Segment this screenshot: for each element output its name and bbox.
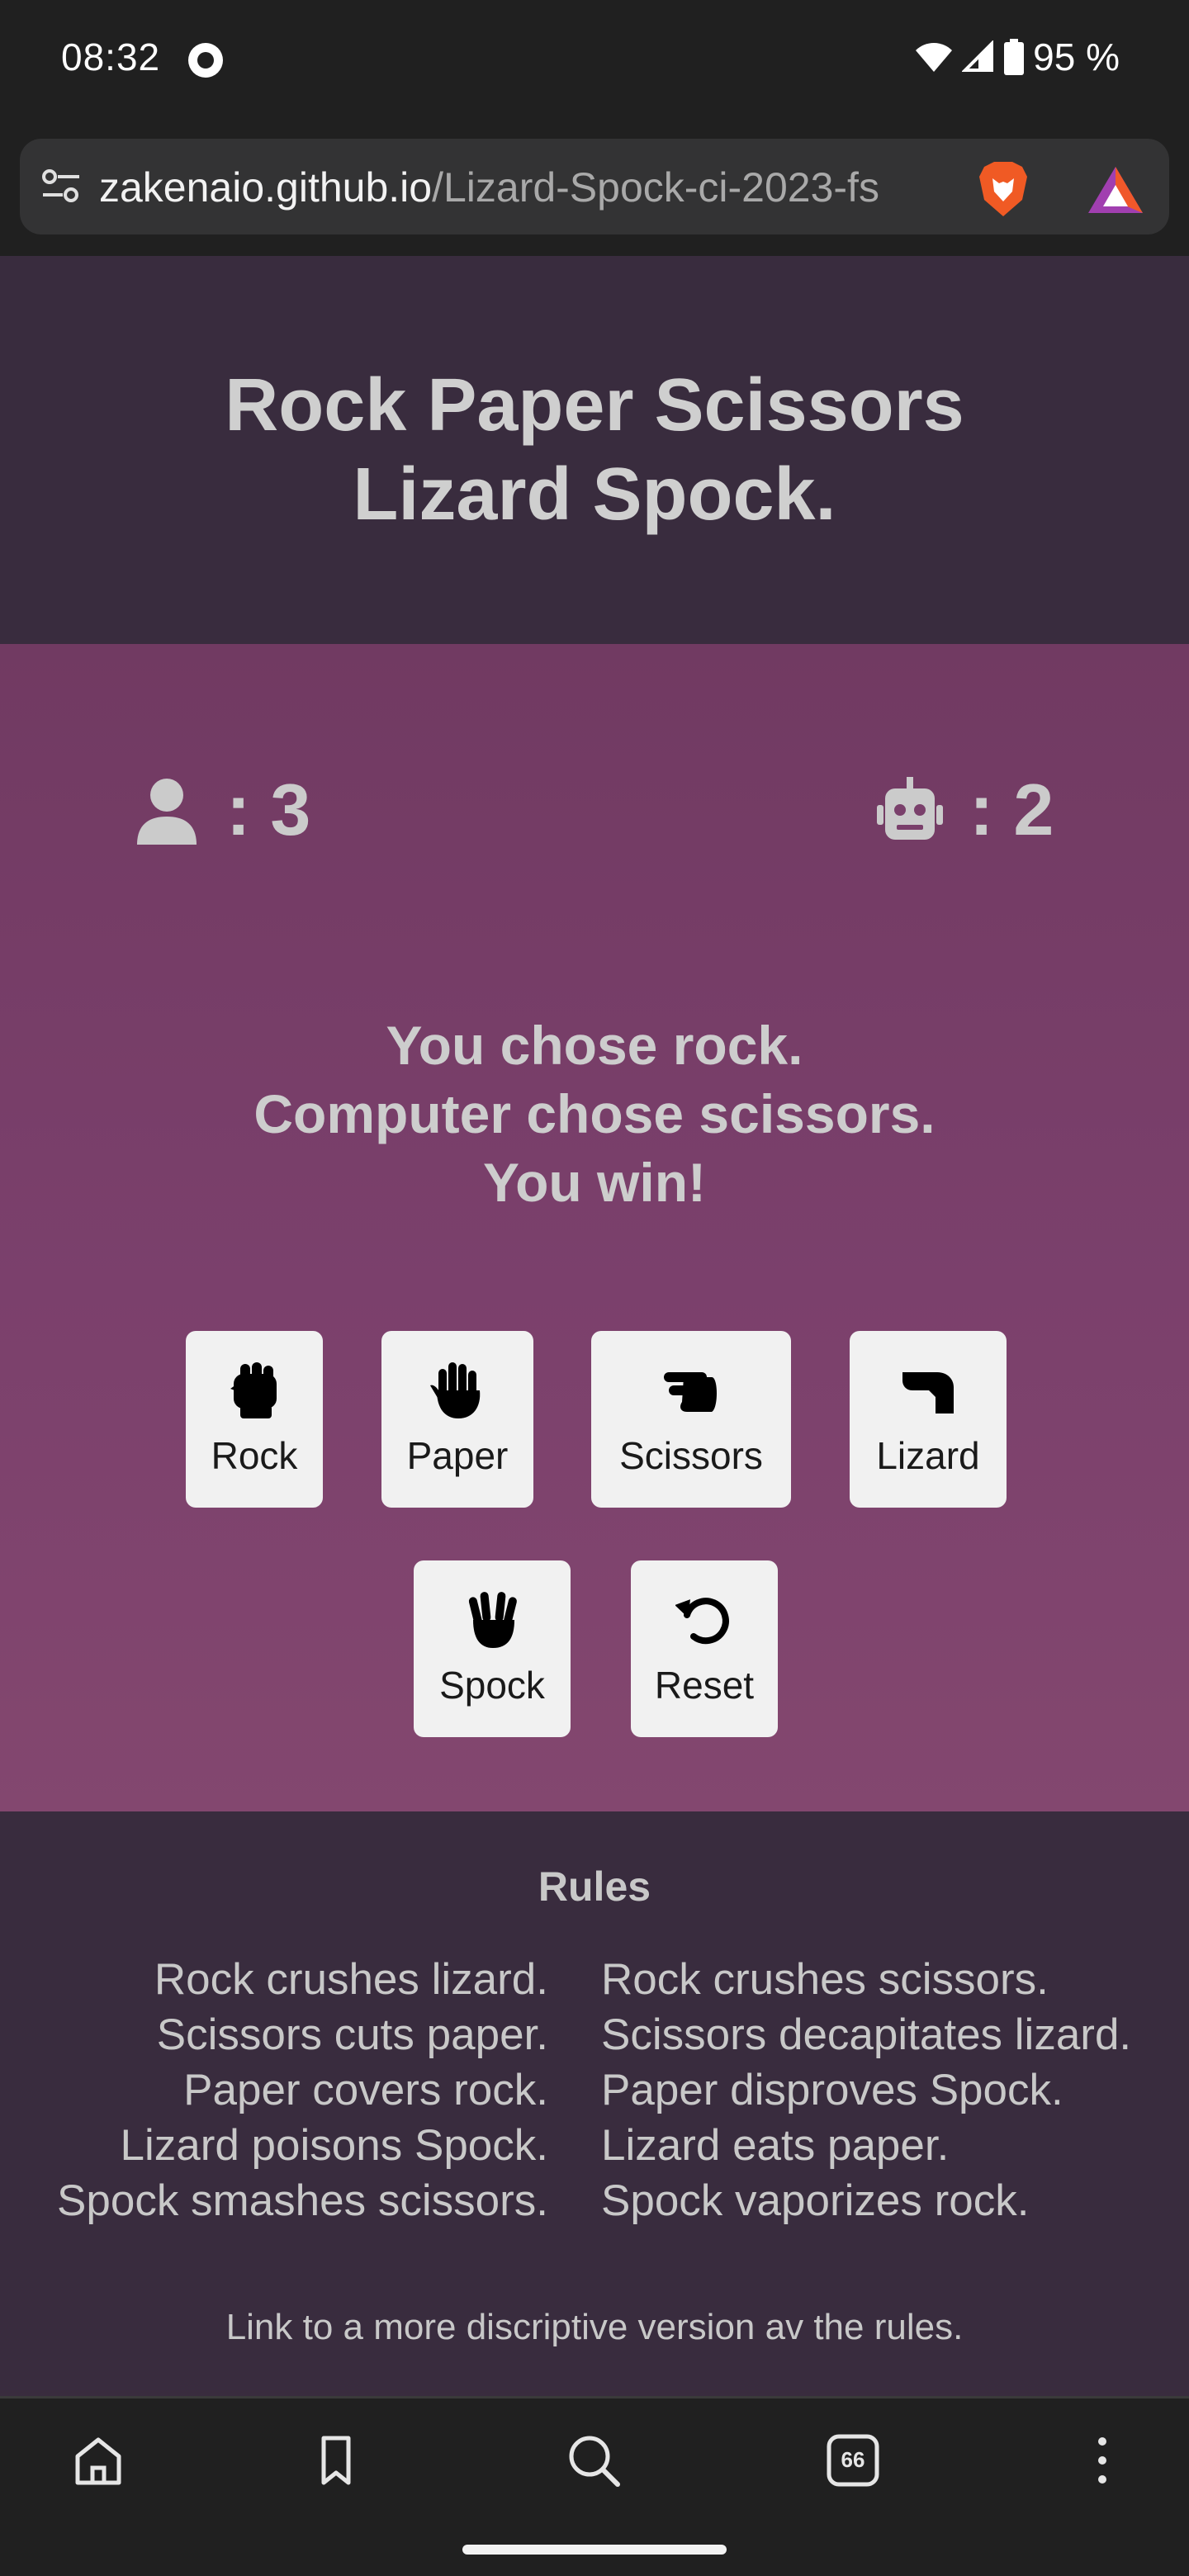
hand-scissors-icon <box>664 1372 717 1412</box>
record-dot-icon <box>188 43 223 78</box>
spock-button-label: Spock <box>439 1664 545 1707</box>
rules-list-left: Rock crushes lizard. Scissors cuts paper… <box>57 1952 548 2228</box>
result-outcome: You win! <box>482 1152 707 1213</box>
gesture-bar <box>0 2520 1189 2576</box>
url-host: zakenaio.github.io <box>99 164 433 211</box>
rule-item: Lizard poisons Spock. <box>120 2121 548 2170</box>
player-score-value: 3 <box>270 769 311 850</box>
round-result: You chose rock. Computer chose scissors.… <box>0 1011 1189 1217</box>
status-time: 08:32 <box>61 36 161 78</box>
brave-shields-icon[interactable] <box>974 159 1032 220</box>
rule-item: Scissors decapitates lizard. <box>601 2010 1132 2059</box>
rock-button-label: Rock <box>211 1434 298 1477</box>
computer-score-separator: : <box>969 769 994 850</box>
rule-item: Scissors cuts paper. <box>156 2010 548 2059</box>
player-score-separator: : <box>226 769 251 850</box>
tab-count: 66 <box>841 2447 865 2472</box>
rules-link[interactable]: Link to a more discriptive version av th… <box>0 2307 1189 2348</box>
scissors-button-label: Scissors <box>619 1434 763 1477</box>
result-player-choice: You chose rock. <box>386 1015 803 1076</box>
paper-button-label: Paper <box>406 1434 509 1477</box>
hand-fist-icon <box>230 1362 277 1418</box>
hand-lizard-icon <box>902 1372 954 1413</box>
home-indicator[interactable] <box>462 2545 727 2555</box>
rules-title: Rules <box>538 1863 651 1910</box>
page-title: Rock Paper Scissors Lizard Spock. <box>182 361 1007 539</box>
status-bar: 08:32 95 % <box>0 0 1189 124</box>
reset-button-label: Reset <box>654 1664 755 1707</box>
page-title-line-2: Lizard Spock. <box>353 453 836 536</box>
reset-button[interactable]: Reset <box>631 1560 778 1737</box>
browser-toolbar: zakenaio.github.io/Lizard-Spock-ci-2023-… <box>0 124 1189 256</box>
page-title-line-1: Rock Paper Scissors <box>225 364 964 447</box>
brave-rewards-icon[interactable] <box>1085 163 1146 216</box>
rule-item: Rock crushes lizard. <box>154 1955 548 2004</box>
more-menu-icon[interactable] <box>1073 2432 1131 2489</box>
battery-percent: 95 % <box>1033 36 1120 78</box>
bookmark-icon[interactable] <box>307 2432 365 2489</box>
rule-item: Paper disproves Spock. <box>601 2066 1063 2114</box>
wifi-icon <box>916 43 953 72</box>
robot-icon <box>877 777 943 840</box>
browser-bottom-bar: 66 <box>0 2396 1189 2520</box>
rules-list-right: Rock crushes scissors. Scissors decapita… <box>601 1952 1131 2228</box>
page-header: Rock Paper Scissors Lizard Spock. <box>0 256 1189 644</box>
site-settings-icon[interactable] <box>40 167 83 206</box>
result-computer-choice: Computer chose scissors. <box>253 1083 936 1144</box>
hand-paper-icon <box>430 1362 481 1418</box>
computer-score-value: 2 <box>1013 769 1054 850</box>
url-text[interactable]: zakenaio.github.io/Lizard-Spock-ci-2023-… <box>99 163 966 213</box>
game-area: : 3 : 2 You chose rock. Computer chose s… <box>0 644 1189 1811</box>
status-indicators: 95 % <box>914 35 1120 79</box>
rule-item: Rock crushes scissors. <box>601 1955 1049 2004</box>
battery-icon <box>1004 39 1025 75</box>
rules-section: Rules Rock crushes lizard. Scissors cuts… <box>0 1811 1189 2396</box>
player-score: : 3 <box>132 768 310 852</box>
lizard-button[interactable]: Lizard <box>850 1331 1007 1508</box>
address-bar[interactable]: zakenaio.github.io/Lizard-Spock-ci-2023-… <box>20 139 1169 234</box>
cell-signal-icon <box>962 40 994 72</box>
search-icon[interactable] <box>565 2432 623 2489</box>
spock-button[interactable]: Spock <box>414 1560 571 1737</box>
rotate-left-icon <box>675 1598 729 1645</box>
computer-score: : 2 <box>875 768 1054 852</box>
rule-item: Paper covers rock. <box>183 2066 548 2114</box>
rule-item: Spock vaporizes rock. <box>601 2176 1030 2225</box>
url-path: /Lizard-Spock-ci-2023-fs <box>432 164 879 211</box>
rule-item: Lizard eats paper. <box>601 2121 950 2170</box>
paper-button[interactable]: Paper <box>381 1331 533 1508</box>
home-icon[interactable] <box>69 2432 127 2489</box>
scissors-button[interactable]: Scissors <box>591 1331 791 1508</box>
rock-button[interactable]: Rock <box>186 1331 323 1508</box>
hand-spock-icon <box>468 1592 517 1648</box>
rule-item: Spock smashes scissors. <box>57 2176 548 2225</box>
lizard-button-label: Lizard <box>876 1434 980 1477</box>
tabs-button[interactable]: 66 <box>824 2432 882 2489</box>
user-icon <box>137 779 197 845</box>
